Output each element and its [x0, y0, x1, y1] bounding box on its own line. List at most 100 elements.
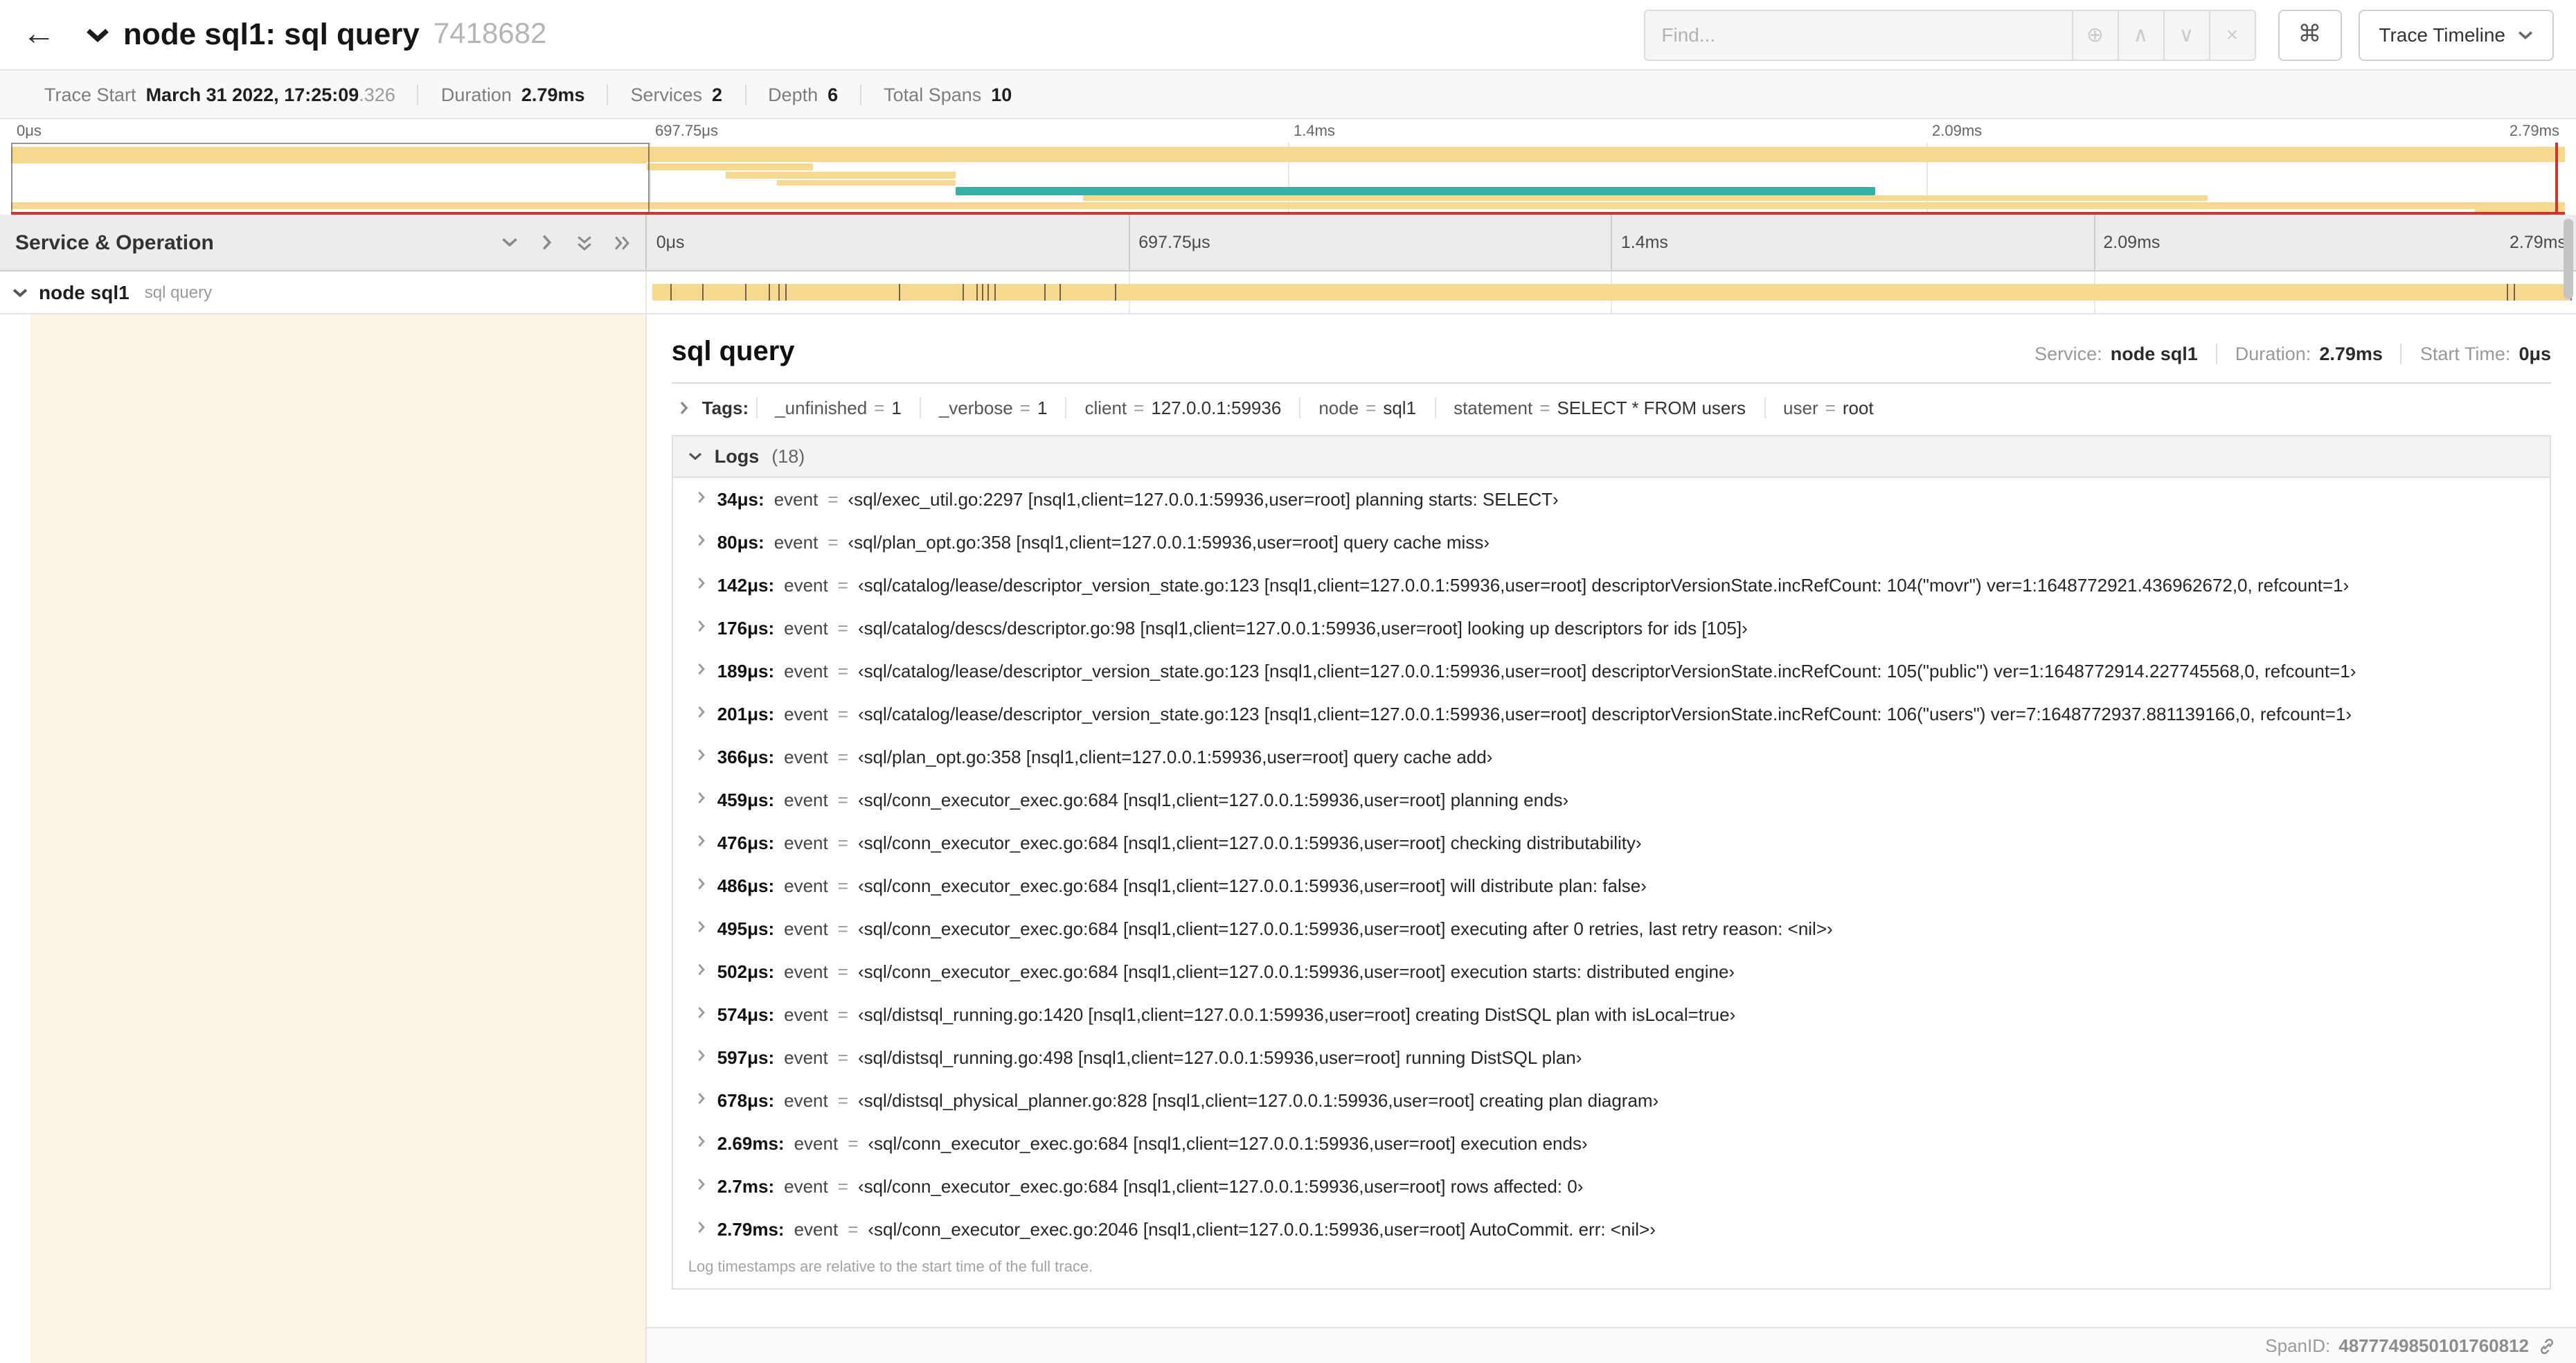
minimap-span-bar — [11, 147, 2565, 156]
equals-sign: = — [837, 747, 848, 767]
log-entry[interactable]: 366μs: event = ‹sql/plan_opt.go:358 [nsq… — [673, 736, 2550, 778]
tag-key: client — [1084, 398, 1127, 418]
log-field-value: ‹sql/conn_executor_exec.go:684 [nsql1,cl… — [857, 961, 1735, 982]
timeline-header-icons — [501, 235, 630, 250]
collapse-one-button[interactable] — [501, 237, 518, 248]
log-entry[interactable]: 34μs: event = ‹sql/exec_util.go:2297 [ns… — [673, 478, 2550, 521]
log-event-tick — [976, 284, 978, 301]
log-entry[interactable]: 459μs: event = ‹sql/conn_executor_exec.g… — [673, 778, 2550, 821]
chevron-down-icon[interactable] — [12, 287, 28, 297]
time-axis-labels: 0μs 697.75μs 1.4ms 2.09ms 2.79ms — [647, 215, 2576, 270]
operation-name: sql query — [144, 283, 213, 302]
expand-all-button[interactable] — [614, 235, 630, 250]
log-entry[interactable]: 2.79ms: event = ‹sql/conn_executor_exec.… — [673, 1208, 2550, 1251]
scroll-to-match-button[interactable]: ⊕ — [2073, 9, 2119, 60]
log-entry[interactable]: 495μs: event = ‹sql/conn_executor_exec.g… — [673, 907, 2550, 950]
equals-sign: = — [837, 1004, 848, 1025]
next-match-button[interactable]: ∨ — [2164, 9, 2210, 60]
back-button[interactable]: ← — [22, 17, 55, 51]
log-entry[interactable]: 678μs: event = ‹sql/distsql_physical_pla… — [673, 1079, 2550, 1122]
span-operation-title: sql query — [671, 337, 795, 367]
log-entry[interactable]: 189μs: event = ‹sql/catalog/lease/descri… — [673, 650, 2550, 693]
log-field-key: event — [784, 790, 828, 810]
logs-footer-note: Log timestamps are relative to the start… — [688, 1259, 1093, 1276]
span-row-name-cell[interactable]: node sql1 sql query — [0, 271, 647, 313]
chevron-right-icon — [698, 963, 705, 976]
jaeger-trace-page: ← node sql1: sql query 7418682 ⊕ ∧ ∨ × ⌘… — [0, 0, 2576, 1363]
log-event-tick — [778, 284, 780, 301]
span-stat: Duration: 2.79ms — [2215, 344, 2401, 364]
detail-right-column: sql query Service: node sql1 Duration: 2.7… — [646, 314, 2576, 1363]
info-value: 6 — [828, 84, 839, 105]
log-timestamp: 34μs: — [717, 489, 764, 510]
log-entry[interactable]: 80μs: event = ‹sql/plan_opt.go:358 [nsql… — [673, 521, 2550, 564]
stat-label: Start Time: — [2420, 344, 2511, 364]
span-id-bar: SpanID: 4877749850101760812 — [646, 1327, 2576, 1363]
log-field-key: event — [784, 575, 828, 596]
keyboard-shortcuts-button[interactable]: ⌘ — [2278, 9, 2342, 60]
view-dropdown-label: Trace Timeline — [2379, 24, 2505, 46]
log-event-tick — [1115, 284, 1117, 301]
deep-link-icon[interactable] — [2537, 1336, 2557, 1355]
chevron-right-icon — [698, 663, 705, 675]
vertical-scrollbar-thumb[interactable] — [2564, 219, 2573, 299]
log-entry[interactable]: 502μs: event = ‹sql/conn_executor_exec.g… — [673, 950, 2550, 993]
clear-search-button[interactable]: × — [2210, 9, 2256, 60]
double-chevron-down-icon — [577, 235, 591, 250]
log-timestamp: 142μs: — [717, 575, 775, 596]
expand-one-button[interactable] — [539, 235, 555, 250]
minimap-span-bar — [647, 155, 2565, 163]
service-operation-title: Service & Operation — [15, 231, 214, 254]
log-field-key: event — [794, 1133, 839, 1154]
tag-item: _unfinished = 1 — [755, 398, 920, 418]
prev-match-button[interactable]: ∧ — [2118, 9, 2165, 60]
log-event-tick — [963, 284, 965, 301]
trace-view-dropdown[interactable]: Trace Timeline — [2358, 9, 2554, 60]
equals-sign: = — [1825, 398, 1836, 418]
minimap-span-bar — [647, 163, 813, 171]
log-entry[interactable]: 574μs: event = ‹sql/distsql_running.go:1… — [673, 993, 2550, 1036]
stat-value: 2.79ms — [2319, 344, 2383, 364]
chevron-right-icon — [542, 235, 551, 250]
span-row-bar-cell[interactable] — [647, 271, 2576, 313]
logs-accordion-header[interactable]: Logs (18) — [672, 436, 2550, 478]
minimap-canvas[interactable] — [11, 143, 2565, 215]
tags-accordion[interactable]: Tags: _unfinished = 1 _verbose = 1 client = 12… — [672, 384, 2551, 432]
log-entry[interactable]: 597μs: event = ‹sql/distsql_running.go:4… — [673, 1036, 2550, 1079]
title-chevron-down-icon[interactable] — [86, 27, 109, 42]
log-field-value: ‹sql/conn_executor_exec.go:684 [nsql1,cl… — [857, 875, 1647, 896]
equals-sign: = — [837, 575, 848, 596]
stat-label: Duration: — [2235, 344, 2311, 364]
equals-sign: = — [837, 704, 848, 724]
info-value-group: March 31 2022, 17:25:09.326 — [146, 84, 395, 105]
equals-sign: = — [828, 489, 839, 510]
log-event-tick — [744, 284, 746, 301]
equals-sign: = — [837, 961, 848, 982]
log-entry[interactable]: 2.7ms: event = ‹sql/conn_executor_exec.g… — [673, 1165, 2550, 1208]
chevron-right-icon — [698, 491, 705, 504]
trace-info-item: Duration 2.79ms — [417, 84, 607, 105]
log-entry[interactable]: 142μs: event = ‹sql/catalog/lease/descri… — [673, 564, 2550, 607]
log-field-key: event — [784, 961, 828, 982]
log-timestamp: 176μs: — [717, 618, 775, 639]
collapse-all-button[interactable] — [576, 235, 593, 250]
chevron-down-icon — [501, 238, 517, 247]
info-value-group: 2.79ms — [521, 84, 585, 105]
log-entry[interactable]: 176μs: event = ‹sql/catalog/descs/descri… — [673, 607, 2550, 650]
chevron-right-icon — [698, 835, 705, 847]
minimap-tick-row: 0μs 697.75μs 1.4ms 2.09ms 2.79ms — [11, 122, 2565, 143]
find-input[interactable] — [1643, 9, 2073, 60]
log-entry[interactable]: 476μs: event = ‹sql/conn_executor_exec.g… — [673, 821, 2550, 864]
tag-item: node = sql1 — [1299, 398, 1434, 418]
log-field-key: event — [784, 832, 828, 853]
log-entry[interactable]: 201μs: event = ‹sql/catalog/lease/descri… — [673, 693, 2550, 736]
log-timestamp: 201μs: — [717, 704, 775, 724]
trace-info-item: Trace Start March 31 2022, 17:25:09.326 — [22, 84, 418, 105]
log-entry[interactable]: 2.69ms: event = ‹sql/conn_executor_exec.… — [673, 1122, 2550, 1165]
log-timestamp: 495μs: — [717, 918, 775, 939]
log-entry[interactable]: 486μs: event = ‹sql/conn_executor_exec.g… — [673, 864, 2550, 907]
equals-sign: = — [848, 1219, 859, 1240]
span-stats: Service: node sql1 Duration: 2.79ms Start … — [2016, 344, 2551, 364]
equals-sign: = — [1134, 398, 1145, 418]
log-timestamp: 486μs: — [717, 875, 775, 896]
